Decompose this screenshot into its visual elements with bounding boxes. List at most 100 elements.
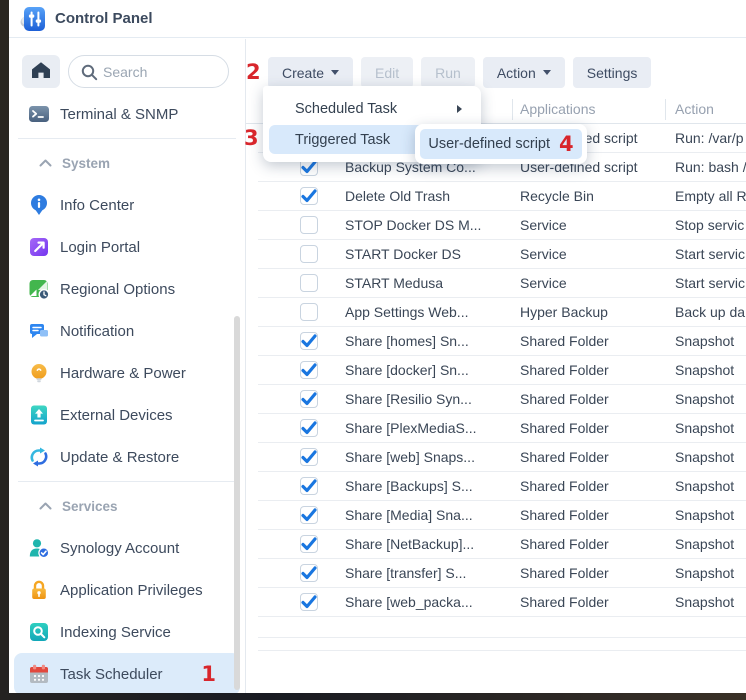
sidebar-item-label: Application Privileges — [60, 582, 203, 599]
search-icon — [80, 63, 98, 81]
table-row[interactable]: Share [homes] Sn...Shared FolderSnapshot — [258, 327, 746, 356]
sidebar-item-regional-options[interactable]: Regional Options — [14, 268, 240, 310]
applications-cell: Shared Folder — [520, 559, 672, 588]
table-row[interactable]: Share [PlexMediaS...Shared FolderSnapsho… — [258, 414, 746, 443]
button-label: Action — [497, 65, 536, 81]
caret-down-icon — [543, 70, 551, 75]
home-button[interactable] — [22, 55, 60, 88]
task-name-cell: Share [web] Snaps... — [345, 443, 509, 472]
row-checkbox-unchecked[interactable] — [300, 245, 318, 263]
row-checkbox-checked[interactable] — [300, 477, 318, 495]
sidebar-item-terminal-snmp[interactable]: Terminal & SNMP — [14, 93, 240, 135]
row-checkbox-checked[interactable] — [300, 361, 318, 379]
title-bar: Control Panel — [9, 0, 746, 38]
action-cell: Empty all R — [675, 182, 746, 211]
sidebar-item-update-restore[interactable]: Update & Restore — [14, 436, 240, 478]
applications-cell: Hyper Backup — [520, 298, 672, 327]
applications-cell: Shared Folder — [520, 472, 672, 501]
action-cell: Snapshot — [675, 327, 746, 356]
sidebar-item-label: Login Portal — [60, 239, 140, 256]
row-checkbox-checked[interactable] — [300, 593, 318, 611]
action-cell: Snapshot — [675, 385, 746, 414]
action-button[interactable]: Action — [483, 57, 565, 88]
column-header-action[interactable]: Action — [675, 101, 714, 117]
sidebar-item-indexing-service[interactable]: Indexing Service — [14, 611, 240, 653]
row-checkbox-checked[interactable] — [300, 332, 318, 350]
row-checkbox-unchecked[interactable] — [300, 216, 318, 234]
button-label: Create — [282, 65, 324, 81]
sidebar-item-task-scheduler[interactable]: Task Scheduler1 — [14, 653, 240, 693]
row-checkbox-checked[interactable] — [300, 187, 318, 205]
sidebar-item-login-portal[interactable]: Login Portal — [14, 226, 240, 268]
sidebar-item-label: External Devices — [60, 407, 173, 424]
task-name-cell: App Settings Web... — [345, 298, 509, 327]
empty-row-line — [258, 637, 746, 638]
chevron-up-icon — [38, 158, 53, 168]
table-row[interactable]: START MedusaServiceStart servic — [258, 269, 746, 298]
task-name-cell: Share [Media] Sna... — [345, 501, 509, 530]
table-row[interactable]: Share [Backups] S...Shared FolderSnapsho… — [258, 472, 746, 501]
row-checkbox-checked[interactable] — [300, 448, 318, 466]
applications-cell: Recycle Bin — [520, 182, 672, 211]
row-checkbox-unchecked[interactable] — [300, 303, 318, 321]
settings-button[interactable]: Settings — [573, 57, 652, 88]
sidebar-item-external-devices[interactable]: External Devices — [14, 394, 240, 436]
table-row[interactable]: Delete Old TrashRecycle BinEmpty all R — [258, 182, 746, 211]
indexing-service-icon — [28, 621, 50, 643]
action-cell: Snapshot — [675, 530, 746, 559]
row-checkbox-checked[interactable] — [300, 564, 318, 582]
applications-cell: Service — [520, 211, 672, 240]
task-name-cell: START Docker DS — [345, 240, 509, 269]
action-cell: Run: /var/p — [675, 124, 746, 153]
button-label: Run — [435, 65, 461, 81]
table-row[interactable]: Share [docker] Sn...Shared FolderSnapsho… — [258, 356, 746, 385]
row-checkbox-unchecked[interactable] — [300, 274, 318, 292]
chevron-up-icon — [38, 501, 53, 511]
applications-cell: Service — [520, 269, 672, 298]
sidebar-item-info-center[interactable]: Info Center — [14, 184, 240, 226]
task-name-cell: Share [PlexMediaS... — [345, 414, 509, 443]
sidebar-item-notification[interactable]: Notification — [14, 310, 240, 352]
sidebar-item-label: Info Center — [60, 197, 134, 214]
row-checkbox-checked[interactable] — [300, 535, 318, 553]
sidebar-item-label: Synology Account — [60, 540, 179, 557]
task-name-cell: Share [web_packa... — [345, 588, 509, 617]
info-center-icon — [28, 194, 50, 216]
row-checkbox-checked[interactable] — [300, 506, 318, 524]
update-restore-icon — [28, 446, 50, 468]
search-box[interactable] — [68, 55, 229, 88]
applications-cell: Shared Folder — [520, 443, 672, 472]
column-header-applications[interactable]: Applications — [520, 101, 596, 117]
task-name-cell: Share [homes] Sn... — [345, 327, 509, 356]
action-cell: Stop servic — [675, 211, 746, 240]
applications-cell: Shared Folder — [520, 588, 672, 617]
table-row[interactable]: Share [Media] Sna...Shared FolderSnapsho… — [258, 501, 746, 530]
table-row[interactable]: Share [transfer] S...Shared FolderSnapsh… — [258, 559, 746, 588]
sidebar-item-application-privileges[interactable]: Application Privileges — [14, 569, 240, 611]
sidebar-scrollbar-thumb[interactable] — [234, 316, 240, 690]
annotation-4: 4 — [559, 134, 574, 155]
menu-item-user-defined-script[interactable]: User-defined script4 — [420, 129, 582, 159]
edit-button: Edit — [361, 57, 413, 88]
table-row[interactable]: Share [web] Snaps... Shared FolderSnapsho… — [258, 443, 746, 472]
table-row[interactable]: Share [Resilio Syn...Shared FolderSnapsh… — [258, 385, 746, 414]
table-row[interactable]: App Settings Web...Hyper BackupBack up d… — [258, 298, 746, 327]
table-row[interactable]: Share [NetBackup]...Shared FolderSnapsho… — [258, 530, 746, 559]
action-cell: Snapshot — [675, 443, 746, 472]
task-name-cell: START Medusa — [345, 269, 509, 298]
table-row[interactable]: Share [web_packa...Shared FolderSnapshot — [258, 588, 746, 617]
row-checkbox-checked[interactable] — [300, 390, 318, 408]
table-row[interactable]: STOP Docker DS M...ServiceStop servic — [258, 211, 746, 240]
row-checkbox-checked[interactable] — [300, 419, 318, 437]
create-button[interactable]: Create — [268, 57, 353, 88]
search-input[interactable] — [103, 64, 218, 80]
group-header-services[interactable]: Services — [9, 485, 245, 527]
action-cell: Snapshot — [675, 559, 746, 588]
sidebar-item-label: Hardware & Power — [60, 365, 186, 382]
control-panel-icon — [20, 6, 46, 32]
group-header-system[interactable]: System — [9, 142, 245, 184]
menu-item-scheduled-task[interactable]: Scheduled Task — [269, 94, 475, 123]
sidebar-item-hardware-power[interactable]: Hardware & Power — [14, 352, 240, 394]
sidebar-item-synology-account[interactable]: Synology Account — [14, 527, 240, 569]
table-row[interactable]: START Docker DSServiceStart servic — [258, 240, 746, 269]
